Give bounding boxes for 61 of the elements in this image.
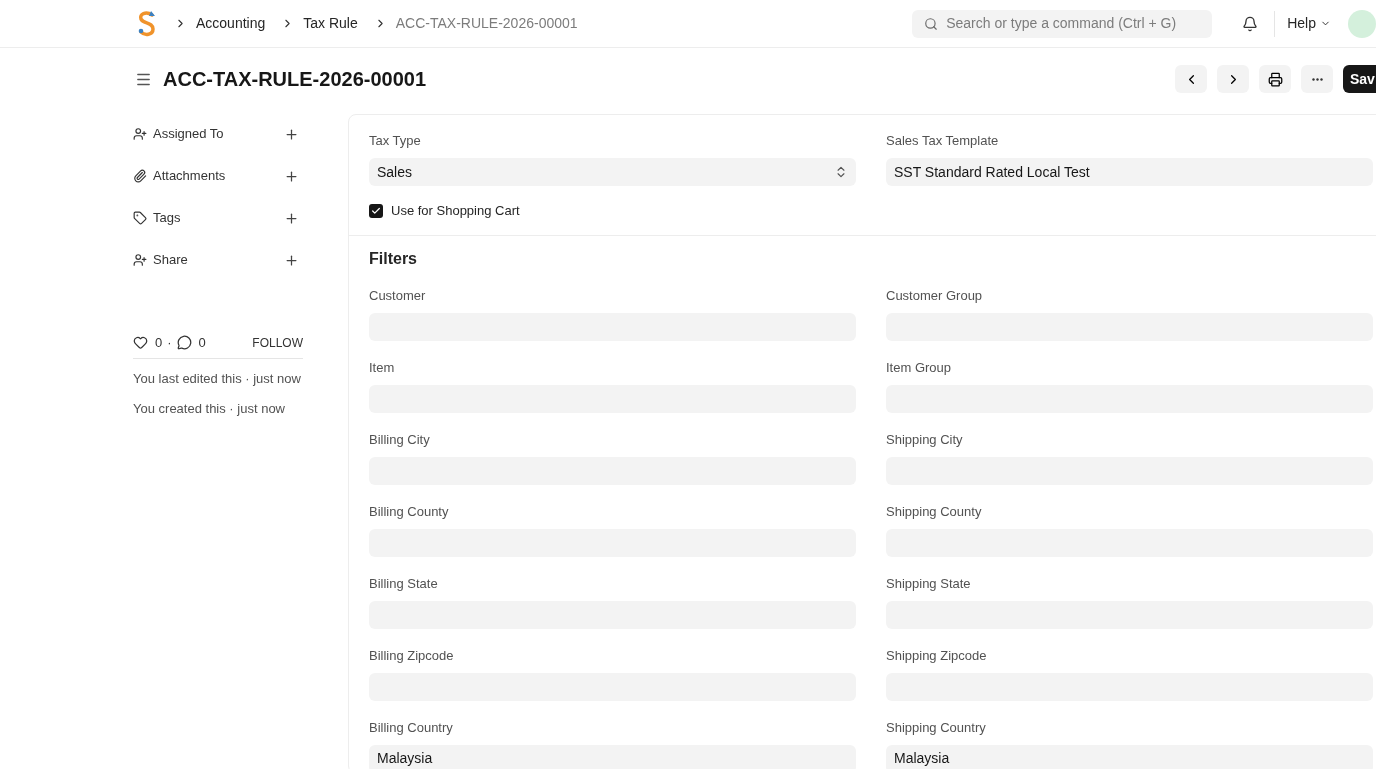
separator-dot: · bbox=[167, 333, 172, 352]
sidebar-label: Assigned To bbox=[153, 125, 224, 144]
add-icon[interactable] bbox=[284, 168, 299, 184]
field-label: Tax Type bbox=[369, 132, 422, 150]
previous-button[interactable] bbox=[1175, 65, 1207, 93]
sidebar-label: Share bbox=[153, 251, 188, 270]
select-field[interactable]: Sales bbox=[369, 158, 856, 186]
field-label: Billing Country bbox=[369, 718, 454, 737]
add-icon[interactable] bbox=[284, 252, 299, 268]
check-icon bbox=[371, 205, 381, 216]
field-label: Sales Tax Template bbox=[886, 132, 1000, 150]
notification-icon[interactable] bbox=[1242, 15, 1259, 32]
checkbox[interactable] bbox=[369, 203, 383, 218]
field-label: Item Group bbox=[886, 358, 953, 377]
field-label: Billing County bbox=[369, 502, 450, 521]
comment-count: 0 bbox=[198, 333, 206, 352]
input-field[interactable]: Malaysia bbox=[369, 744, 856, 769]
add-icon[interactable] bbox=[284, 126, 299, 142]
like-count: 0 bbox=[155, 333, 163, 352]
comment-icon[interactable] bbox=[176, 335, 192, 350]
field-label: Shipping City bbox=[886, 430, 964, 449]
save-button[interactable]: Sav bbox=[1343, 65, 1376, 93]
ellipsis-icon bbox=[1311, 77, 1323, 81]
sidebar-label: Tags bbox=[153, 209, 181, 228]
add-icon[interactable] bbox=[284, 210, 299, 226]
field-label: Shipping County bbox=[886, 502, 983, 521]
activity-text: You created this · just now bbox=[133, 400, 286, 418]
page-title: ACC-TAX-RULE-2026-00001 bbox=[163, 67, 427, 92]
follow-button[interactable]: FOLLOW bbox=[252, 333, 303, 352]
field-label: Shipping Zipcode bbox=[886, 646, 988, 665]
breadcrumb-link[interactable]: ACC-TAX-RULE-2026-00001 bbox=[395, 13, 578, 34]
checkbox-label: Use for Shopping Cart bbox=[391, 202, 520, 220]
logo-icon[interactable] bbox=[136, 9, 158, 38]
search-field[interactable]: Search or type a command (Ctrl + G) bbox=[912, 9, 1213, 38]
section-title: Filters bbox=[369, 248, 418, 269]
user-plus-icon bbox=[133, 253, 147, 267]
field-label: Customer Group bbox=[886, 286, 984, 305]
printer-icon bbox=[1267, 71, 1283, 87]
next-button[interactable] bbox=[1217, 65, 1249, 93]
activity-text: You last edited this · just now bbox=[133, 370, 301, 388]
field-label: Customer bbox=[369, 286, 427, 305]
tag-icon bbox=[133, 211, 147, 225]
field-label: Shipping Country bbox=[886, 718, 987, 737]
heart-icon[interactable] bbox=[133, 335, 148, 350]
print-button[interactable] bbox=[1259, 65, 1291, 93]
more-button[interactable] bbox=[1301, 65, 1333, 93]
field-label: Billing State bbox=[369, 574, 439, 593]
field-label: Item bbox=[369, 358, 396, 377]
input-field[interactable]: SST Standard Rated Local Test bbox=[886, 158, 1373, 186]
sidebar-label: Attachments bbox=[153, 167, 226, 186]
breadcrumb-link[interactable]: Accounting bbox=[196, 13, 266, 34]
help-button[interactable]: Help bbox=[1287, 13, 1331, 34]
user-plus-icon bbox=[133, 127, 147, 141]
field-label: Billing Zipcode bbox=[369, 646, 455, 665]
field-label: Shipping State bbox=[886, 574, 972, 593]
paperclip-icon bbox=[133, 169, 147, 183]
field-label: Billing City bbox=[369, 430, 431, 449]
search-icon bbox=[924, 16, 939, 31]
input-field[interactable]: Malaysia bbox=[886, 744, 1373, 769]
avatar[interactable] bbox=[1348, 9, 1376, 38]
breadcrumb-link[interactable]: Tax Rule bbox=[303, 13, 358, 34]
